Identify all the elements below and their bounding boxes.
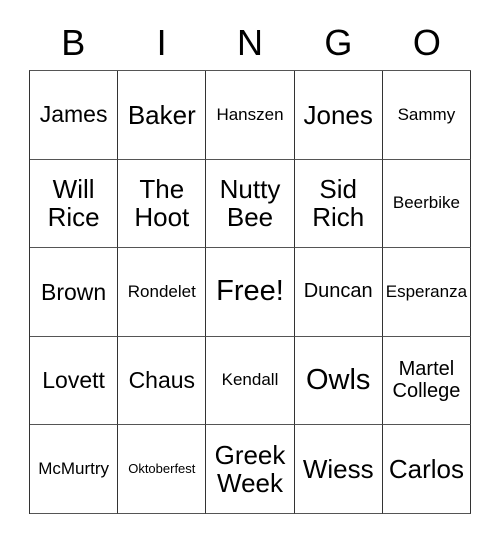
bingo-card: B I N G O James Baker Hanszen Jones Samm… bbox=[0, 0, 500, 544]
bingo-cell[interactable]: McMurtry bbox=[30, 425, 119, 514]
bingo-cell[interactable]: Jones bbox=[294, 71, 383, 160]
bingo-cell-label: Chaus bbox=[128, 367, 196, 394]
bingo-cell[interactable]: Sid Rich bbox=[294, 159, 383, 249]
bingo-cell-label: Carlos bbox=[388, 454, 464, 485]
bingo-cell-label: James bbox=[39, 101, 108, 128]
header-letter-text: N bbox=[237, 22, 264, 63]
bingo-cell[interactable]: Brown bbox=[30, 248, 119, 337]
bingo-cell[interactable]: Baker bbox=[118, 71, 207, 160]
bingo-cell[interactable]: Esperanza bbox=[382, 248, 472, 337]
bingo-header-row: B I N G O bbox=[29, 18, 471, 68]
bingo-grid: James Baker Hanszen Jones Sammy Will Ric… bbox=[29, 70, 472, 514]
bingo-cell[interactable]: Chaus bbox=[118, 336, 207, 426]
bingo-row: James Baker Hanszen Jones Sammy bbox=[30, 71, 472, 160]
bingo-row: Brown Rondelet Free! Duncan Esperanza bbox=[30, 248, 472, 337]
bingo-cell-label: Baker bbox=[127, 99, 196, 130]
bingo-row: Will Rice The Hoot Nutty Bee Sid Rich Be… bbox=[30, 159, 472, 249]
bingo-cell-label: The Hoot bbox=[134, 174, 190, 233]
bingo-cell-label: Martel College bbox=[392, 357, 461, 402]
bingo-cell-label: Rondelet bbox=[127, 281, 196, 301]
bingo-header-letter-n: N bbox=[206, 18, 294, 68]
bingo-cell-label: Beerbike bbox=[392, 193, 460, 213]
header-letter-text: I bbox=[156, 22, 167, 63]
bingo-header-letter-b: B bbox=[29, 18, 117, 68]
bingo-cell[interactable]: Nutty Bee bbox=[206, 159, 295, 249]
bingo-cell-label: Free! bbox=[216, 275, 284, 308]
bingo-cell[interactable]: Carlos bbox=[382, 425, 472, 514]
bingo-cell-label: Nutty Bee bbox=[219, 174, 281, 233]
bingo-row: McMurtry Oktoberfest Greek Week Wiess Ca… bbox=[30, 425, 472, 514]
bingo-header-letter-g: G bbox=[294, 18, 382, 68]
bingo-cell[interactable]: Lovett bbox=[30, 336, 119, 426]
bingo-cell[interactable]: Wiess bbox=[294, 425, 383, 514]
bingo-cell[interactable]: James bbox=[30, 71, 119, 160]
bingo-cell-label: Kendall bbox=[221, 370, 279, 390]
header-letter-text: B bbox=[61, 22, 86, 63]
bingo-cell-label: Oktoberfest bbox=[128, 461, 196, 477]
bingo-cell[interactable]: Rondelet bbox=[118, 248, 207, 337]
bingo-cell-label: Will Rice bbox=[47, 174, 100, 233]
bingo-cell-label: Wiess bbox=[302, 454, 374, 485]
bingo-cell[interactable]: Greek Week bbox=[206, 425, 295, 514]
header-letter-text: O bbox=[412, 22, 441, 63]
bingo-cell-label: Brown bbox=[41, 278, 107, 305]
bingo-cell[interactable]: The Hoot bbox=[118, 159, 207, 249]
bingo-header-letter-o: O bbox=[383, 18, 471, 68]
bingo-row: Lovett Chaus Kendall Owls Martel College bbox=[30, 336, 472, 426]
header-letter-text: G bbox=[324, 22, 353, 63]
bingo-cell-label: Lovett bbox=[42, 367, 105, 394]
bingo-cell-label: Esperanza bbox=[385, 281, 468, 301]
bingo-cell-label: Sammy bbox=[397, 104, 456, 124]
bingo-cell-free-space[interactable]: Free! bbox=[206, 248, 295, 337]
bingo-header-letter-i: I bbox=[117, 18, 205, 68]
bingo-cell-label: Greek Week bbox=[214, 440, 286, 499]
bingo-cell[interactable]: Martel College bbox=[382, 336, 472, 426]
bingo-cell[interactable]: Will Rice bbox=[30, 159, 119, 249]
bingo-cell-label: Jones bbox=[303, 99, 373, 130]
bingo-cell-label: Owls bbox=[305, 363, 371, 396]
bingo-cell[interactable]: Owls bbox=[294, 336, 383, 426]
bingo-cell-label: Sid Rich bbox=[312, 174, 365, 233]
bingo-cell[interactable]: Beerbike bbox=[382, 159, 472, 249]
bingo-cell-label: Hanszen bbox=[216, 104, 284, 124]
bingo-cell[interactable]: Sammy bbox=[382, 71, 472, 160]
bingo-cell-label: Duncan bbox=[303, 280, 373, 303]
bingo-cell[interactable]: Kendall bbox=[206, 336, 295, 426]
bingo-cell[interactable]: Oktoberfest bbox=[118, 425, 207, 514]
bingo-cell[interactable]: Hanszen bbox=[206, 71, 295, 160]
bingo-cell[interactable]: Duncan bbox=[294, 248, 383, 337]
bingo-cell-label: McMurtry bbox=[38, 458, 110, 478]
